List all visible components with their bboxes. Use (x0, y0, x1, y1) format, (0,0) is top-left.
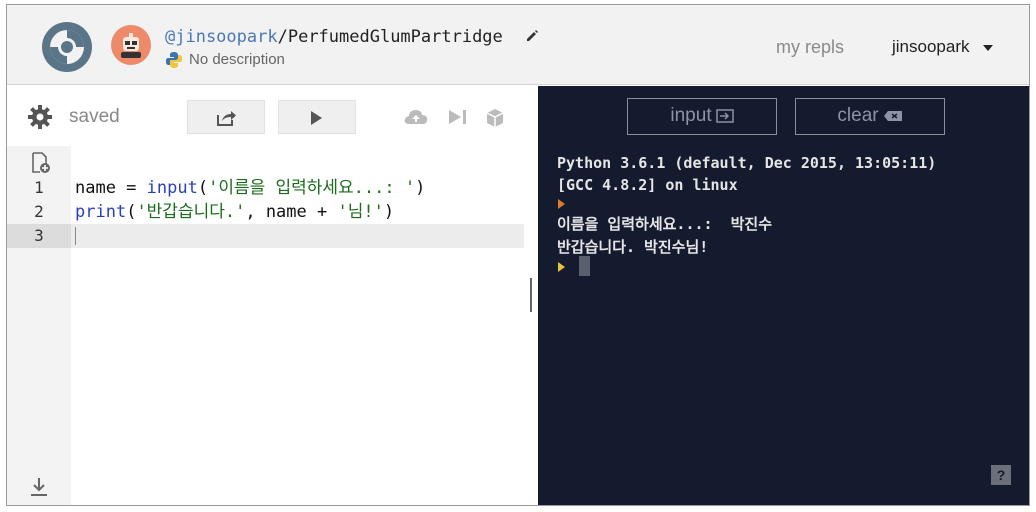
editor-toolbar: saved (7, 86, 524, 146)
clear-button-label: clear (837, 105, 879, 126)
python-icon (166, 52, 182, 68)
run-button[interactable] (278, 100, 356, 134)
splitter-grip[interactable] (530, 278, 532, 312)
repl-title: @jinsoopark/PerfumedGlumPartridge (165, 27, 503, 47)
user-menu[interactable]: jinsoopark (892, 37, 970, 57)
console-cursor (579, 256, 590, 276)
share-button[interactable] (187, 100, 265, 134)
gear-icon[interactable] (27, 104, 53, 130)
app-window: @jinsoopark/PerfumedGlumPartridge No des… (6, 4, 1030, 506)
line-number: 2 (34, 202, 44, 221)
code-token: ) (383, 202, 395, 222)
my-repls-link[interactable]: my repls (776, 37, 844, 58)
clear-button[interactable]: clear (795, 98, 945, 135)
chevron-down-icon[interactable] (983, 45, 993, 51)
console-pane[interactable]: input clear Python 3.6.1 (default, Dec 2… (538, 86, 1029, 505)
code-editor[interactable]: 1 name = input('이름을 입력하세요...: ') 2 print… (7, 176, 524, 256)
prompt-chevron-icon (558, 262, 565, 272)
code-text[interactable]: name = input('이름을 입력하세요...: ') (75, 176, 425, 200)
line-number: 1 (34, 178, 44, 197)
pane-splitter[interactable] (524, 86, 538, 505)
repl-logo-icon[interactable] (41, 21, 93, 73)
console-output-line: 이름을 입력하세요...: 박진수 (557, 215, 773, 233)
code-string: '이름을 입력하세요...: ' (208, 178, 416, 198)
line-number: 3 (7, 224, 71, 248)
code-line[interactable]: 2 print('반갑습니다.', name + '님!') (7, 200, 524, 224)
step-forward-icon[interactable] (447, 108, 469, 126)
owner-link[interactable]: @jinsoopark (165, 27, 278, 47)
text-cursor (75, 227, 76, 245)
new-file-icon[interactable] (31, 152, 51, 174)
prompt-chevron-icon (558, 199, 565, 209)
save-status: saved (69, 106, 120, 127)
title-separator: / (277, 27, 288, 47)
code-text[interactable]: print('반갑습니다.', name + '님!') (75, 200, 394, 224)
avatar[interactable] (111, 25, 151, 65)
download-icon[interactable] (29, 476, 49, 498)
edit-pencil-icon[interactable] (525, 29, 539, 43)
cloud-upload-icon[interactable] (403, 108, 429, 126)
code-token: ( (197, 178, 209, 198)
input-button-label: input (670, 105, 712, 126)
code-token: name = (75, 178, 147, 198)
repl-description[interactable]: No description (189, 51, 285, 68)
code-string: '님!' (337, 202, 384, 222)
code-token: input (146, 178, 198, 198)
top-header: @jinsoopark/PerfumedGlumPartridge No des… (7, 5, 1029, 85)
code-token: , name + (245, 202, 338, 222)
console-output-line: Python 3.6.1 (default, Dec 2015, 13:05:1… (557, 154, 937, 172)
backspace-icon (883, 110, 902, 121)
editor-pane: saved 1 name = input('이름을 입력하세요...: ') 2… (7, 86, 524, 505)
code-string: '반갑습니다.' (136, 202, 246, 222)
robot-avatar-icon (121, 33, 141, 58)
input-button[interactable]: input (627, 98, 777, 135)
console-output-line: 반갑습니다. 박진수님! (557, 238, 709, 256)
play-icon (311, 111, 322, 125)
repl-name: PerfumedGlumPartridge (287, 27, 503, 47)
code-line[interactable]: 1 name = input('이름을 입력하세요...: ') (7, 176, 524, 200)
code-line-active[interactable]: 3 (7, 224, 524, 248)
package-cube-icon[interactable] (485, 108, 505, 128)
code-token: print (75, 202, 127, 222)
code-token: ) (415, 178, 426, 198)
console-output-line: [GCC 4.8.2] on linux (557, 176, 738, 194)
code-token: ( (126, 202, 137, 222)
help-button[interactable]: ? (991, 465, 1011, 485)
share-icon (217, 111, 236, 126)
input-icon (715, 109, 734, 123)
